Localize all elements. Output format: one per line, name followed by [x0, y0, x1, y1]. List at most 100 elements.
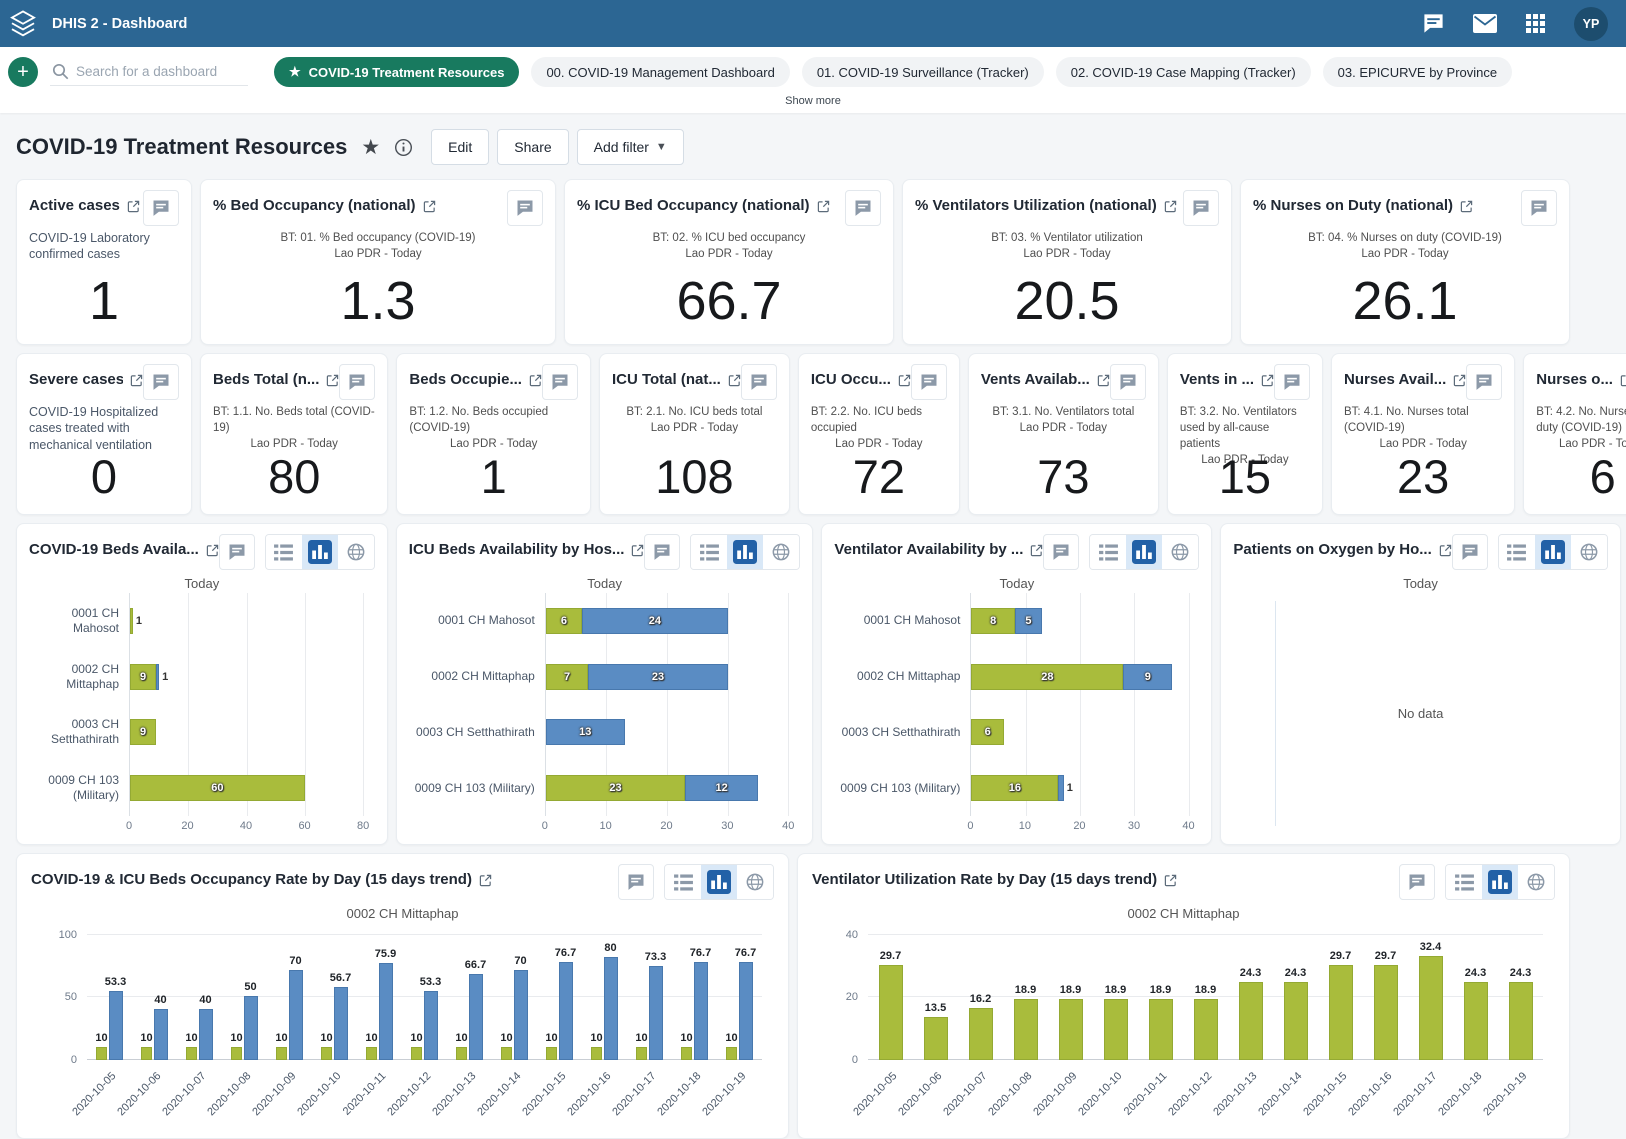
category-label: 0001 CH Mahosot [409, 593, 545, 649]
map-view-button[interactable] [338, 535, 374, 569]
bar-group: 1080 [582, 935, 627, 1060]
chart-subtitle: Today [1233, 576, 1607, 591]
bar-label: 18.9 [1015, 984, 1036, 996]
chart-view-button[interactable] [701, 865, 737, 899]
open-in-app-icon[interactable] [130, 374, 143, 387]
open-in-app-icon[interactable] [326, 374, 339, 387]
mail-icon[interactable] [1473, 14, 1497, 33]
table-view-button[interactable] [1499, 535, 1535, 569]
bar-group: 1070 [492, 935, 537, 1060]
comment-button[interactable] [741, 364, 777, 400]
comment-button[interactable] [143, 190, 179, 226]
comment-button[interactable] [219, 534, 255, 570]
comment-button[interactable] [1110, 364, 1146, 400]
bar [321, 1047, 332, 1060]
open-in-app-icon[interactable] [728, 374, 741, 387]
bar-label: 10 [140, 1032, 152, 1044]
bar-label: 24.3 [1465, 967, 1486, 979]
open-in-app-icon[interactable] [529, 374, 542, 387]
show-more-button[interactable]: Show more [8, 87, 1618, 113]
comment-button[interactable] [542, 364, 578, 400]
add-filter-button[interactable]: Add filter ▼ [577, 129, 684, 165]
star-dashboard-button[interactable]: ★ [361, 137, 380, 158]
open-in-app-icon[interactable] [1439, 544, 1452, 557]
open-in-app-icon[interactable] [898, 374, 911, 387]
chart-view-button[interactable] [302, 535, 338, 569]
dashboard-chip[interactable]: 03. EPICURVE by Province [1323, 57, 1512, 87]
bar-label: 10 [725, 1032, 737, 1044]
comment-button[interactable] [1466, 364, 1502, 400]
open-in-app-icon[interactable] [817, 200, 830, 213]
axis-tick: 2020-10-19 [1481, 1070, 1529, 1118]
dashboard-chip[interactable]: 02. COVID-19 Case Mapping (Tracker) [1056, 57, 1311, 87]
apps-menu-icon[interactable] [1525, 13, 1546, 34]
dashboard-chip[interactable]: ★COVID-19 Treatment Resources [274, 57, 519, 87]
comment-button[interactable] [618, 864, 654, 900]
dhis2-logo-icon[interactable] [0, 0, 46, 47]
open-in-app-icon[interactable] [423, 200, 436, 213]
comment-button[interactable] [1274, 364, 1310, 400]
edit-button[interactable]: Edit [431, 129, 489, 165]
open-in-app-icon[interactable] [1460, 200, 1473, 213]
chart-view-button[interactable] [1482, 865, 1518, 899]
share-button[interactable]: Share [497, 129, 568, 165]
open-in-app-icon[interactable] [1453, 374, 1466, 387]
comment-button[interactable] [845, 190, 881, 226]
open-in-app-icon[interactable] [127, 200, 140, 213]
table-view-button[interactable] [691, 535, 727, 569]
open-in-app-icon[interactable] [1164, 874, 1177, 887]
comment-button[interactable] [143, 364, 179, 400]
card-value: 15 [1168, 453, 1322, 500]
axis-tick: 2020-10-07 [941, 1070, 989, 1118]
bar-label: 10 [500, 1032, 512, 1044]
map-view-button[interactable] [737, 865, 773, 899]
info-button[interactable] [394, 138, 413, 157]
comment-button[interactable] [339, 364, 375, 400]
map-view-button[interactable] [1162, 535, 1198, 569]
comment-button[interactable] [1521, 190, 1557, 226]
map-view-button[interactable] [1571, 535, 1607, 569]
table-view-button[interactable] [1446, 865, 1482, 899]
bar-label: 9 [130, 671, 156, 683]
axis-tick: 20 [660, 820, 672, 832]
messages-icon[interactable] [1422, 12, 1445, 35]
stat-card: ICU Occu...BT: 2.2. No. ICU beds occupie… [798, 353, 960, 515]
open-in-app-icon[interactable] [631, 544, 644, 557]
table-view-button[interactable] [665, 865, 701, 899]
axis-tick: 2020-10-13 [1211, 1070, 1259, 1118]
axis-tick: 30 [1128, 820, 1140, 832]
open-in-app-icon[interactable] [206, 544, 219, 557]
bar-group: 1053.3 [87, 935, 132, 1060]
chart-view-button[interactable] [1126, 535, 1162, 569]
chart-view-button[interactable] [1535, 535, 1571, 569]
map-view-button[interactable] [763, 535, 799, 569]
comment-button[interactable] [1399, 864, 1435, 900]
open-in-app-icon[interactable] [1030, 544, 1043, 557]
open-in-app-icon[interactable] [1261, 374, 1274, 387]
x-axis: 2020-10-052020-10-062020-10-072020-10-08… [87, 1064, 762, 1128]
bar [559, 962, 573, 1060]
dashboard-chip[interactable]: 00. COVID-19 Management Dashboard [531, 57, 789, 87]
new-dashboard-button[interactable]: + [8, 57, 38, 87]
axis-tick: 2020-10-10 [295, 1070, 343, 1118]
comment-button[interactable] [644, 534, 680, 570]
dashboard-search-input[interactable] [76, 64, 246, 79]
comment-button[interactable] [911, 364, 947, 400]
bar-label: 75.9 [375, 948, 396, 960]
comment-button[interactable] [1183, 190, 1219, 226]
open-in-app-icon[interactable] [479, 874, 492, 887]
comment-button[interactable] [507, 190, 543, 226]
table-view-button[interactable] [1090, 535, 1126, 569]
map-view-button[interactable] [1518, 865, 1554, 899]
comment-button[interactable] [1043, 534, 1079, 570]
card-title: ICU Occu... [811, 364, 911, 389]
open-in-app-icon[interactable] [1620, 374, 1626, 387]
open-in-app-icon[interactable] [1097, 374, 1110, 387]
bar-label: 60 [130, 782, 305, 794]
open-in-app-icon[interactable] [1164, 200, 1177, 213]
comment-button[interactable] [1452, 534, 1488, 570]
avatar[interactable]: YP [1574, 7, 1608, 41]
chart-view-button[interactable] [727, 535, 763, 569]
dashboard-chip[interactable]: 01. COVID-19 Surveillance (Tracker) [802, 57, 1044, 87]
table-view-button[interactable] [266, 535, 302, 569]
